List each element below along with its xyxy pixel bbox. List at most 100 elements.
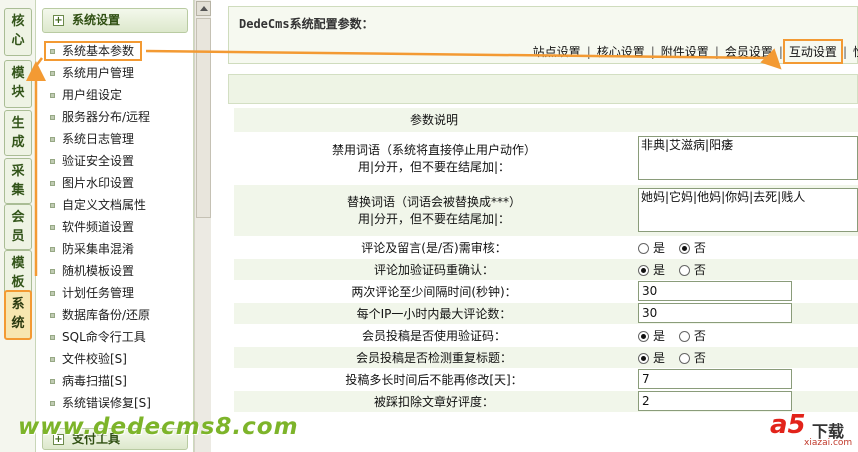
radio-option-no[interactable]: 否 xyxy=(678,349,706,366)
menu-item-tasks[interactable]: 计划任务管理 xyxy=(46,282,151,304)
menu-item-logs[interactable]: 系统日志管理 xyxy=(46,128,151,150)
edit-days-input[interactable]: 7 xyxy=(638,369,792,389)
bullet-icon xyxy=(50,224,55,230)
row-value: 是 否 xyxy=(634,324,858,347)
a5-download-logo: a5 下载 xiazai.com xyxy=(770,410,856,450)
menu-item-error-fix[interactable]: 系统错误修复[S] xyxy=(46,392,151,414)
row-label: 投稿多长时间后不能再修改[天]： xyxy=(234,368,634,391)
radio-label: 是 xyxy=(653,328,666,343)
menu-item-label: 数据库备份/还原 xyxy=(62,308,151,322)
a5-logo-mark: a5 xyxy=(770,410,806,440)
radio-icon xyxy=(638,330,649,342)
vtab-collect[interactable]: 采集 xyxy=(4,158,32,204)
radio-label: 是 xyxy=(653,350,666,365)
config-table: 参数说明 禁用词语（系统将直接停止用户动作） 用|分开，但不要在结尾加|： 非典|… xyxy=(234,108,858,413)
downvote-penalty-input[interactable]: 2 xyxy=(638,391,792,411)
menu-item-label: 系统日志管理 xyxy=(62,132,135,146)
tab-interaction[interactable]: 互动设置 xyxy=(782,39,843,64)
radio-label: 是 xyxy=(653,262,666,277)
row-value: 非典|艾滋病|阳痿 xyxy=(634,132,858,185)
bullet-icon xyxy=(50,114,55,120)
menu-item-label: 图片水印设置 xyxy=(62,176,135,190)
table-row: 每个IP一小时内最大评论数： 30 xyxy=(234,302,858,325)
menu-item-watermark[interactable]: 图片水印设置 xyxy=(46,172,151,194)
menu-item-label: 验证安全设置 xyxy=(62,154,135,168)
bullet-icon xyxy=(50,70,55,76)
menu-item-doc-attrs[interactable]: 自定义文档属性 xyxy=(46,194,151,216)
vtab-module-label: 模块 xyxy=(11,66,25,100)
menu-item-groups[interactable]: 用户组设定 xyxy=(46,84,151,106)
bullet-icon xyxy=(50,92,55,98)
tab-members[interactable]: 会员设置 xyxy=(719,43,779,60)
ip-max-comments-input[interactable]: 30 xyxy=(638,303,792,323)
row-value: 她妈|它妈|他妈|你妈|去死|贱人 xyxy=(634,184,858,237)
radio-icon xyxy=(678,330,690,342)
row-value: 2 xyxy=(634,390,858,413)
table-header-value xyxy=(634,108,858,133)
radio-option-no[interactable]: 否 xyxy=(678,261,706,278)
row-label: 会员投稿是否使用验证码： xyxy=(234,324,634,347)
vtab-core-label: 核心 xyxy=(11,14,25,48)
banned-words-textarea[interactable]: 非典|艾滋病|阳痿 xyxy=(638,136,858,180)
menu-scrollbar[interactable] xyxy=(194,0,211,452)
config-header: DedeCms系统配置参数： 站点设置 | 核心设置 | 附件设置 | 会员设置 | 互动设置 |… xyxy=(228,6,858,64)
row-label-line1: 禁用词语（系统将直接停止用户动作） xyxy=(331,143,536,157)
radio-label: 否 xyxy=(693,328,706,343)
bullet-icon xyxy=(50,136,55,142)
row-label: 评论加验证码重确认： xyxy=(234,258,634,281)
vtab-member-label: 会员 xyxy=(11,210,25,244)
tab-performance[interactable]: 性 xyxy=(847,43,858,60)
page-title: DedeCms系统配置参数： xyxy=(239,17,374,31)
tab-attachments[interactable]: 附件设置 xyxy=(655,43,715,60)
row-value: 30 xyxy=(634,302,858,325)
row-label: 每个IP一小时内最大评论数： xyxy=(234,302,634,325)
radio-label: 否 xyxy=(693,262,706,277)
menu-item-sql[interactable]: SQL命令行工具 xyxy=(46,326,151,348)
tab-site[interactable]: 站点设置 xyxy=(527,43,587,60)
vtab-member[interactable]: 会员 xyxy=(4,204,32,250)
menu-item-random-template[interactable]: 随机模板设置 xyxy=(46,260,151,282)
vtab-module[interactable]: 模块 xyxy=(4,60,32,108)
radio-option-yes[interactable]: 是 xyxy=(638,261,665,278)
menu-item-backup[interactable]: 数据库备份/还原 xyxy=(46,304,151,326)
menu-item-label: 系统用户管理 xyxy=(62,66,135,80)
row-label: 两次评论至少间隔时间(秒钟)： xyxy=(234,280,634,303)
radio-icon xyxy=(638,264,649,276)
menu-item-virus-scan[interactable]: 病毒扫描[S] xyxy=(46,370,151,392)
row-value: 30 xyxy=(634,280,858,303)
vtab-system[interactable]: 系统 xyxy=(4,290,32,340)
menu-item-users[interactable]: 系统用户管理 xyxy=(46,62,151,84)
bullet-icon xyxy=(50,180,55,186)
menu-item-label: 系统基本参数 xyxy=(62,44,135,58)
menu-item-software-channel[interactable]: 软件频道设置 xyxy=(46,216,151,238)
vtab-generate[interactable]: 生成 xyxy=(4,110,32,156)
table-row: 替换词语（词语会被替换成***） 用|分开，但不要在结尾加|： 她妈|它妈|他妈|… xyxy=(234,184,858,237)
tab-core[interactable]: 核心设置 xyxy=(591,43,651,60)
menu-item-server[interactable]: 服务器分布/远程 xyxy=(46,106,151,128)
menu-item-label: SQL命令行工具 xyxy=(62,330,146,344)
scroll-thumb[interactable] xyxy=(196,18,211,218)
radio-option-yes[interactable]: 是 xyxy=(638,239,665,256)
radio-option-yes[interactable]: 是 xyxy=(638,349,665,366)
section-band xyxy=(228,74,858,104)
replace-words-textarea[interactable]: 她妈|它妈|他妈|你妈|去死|贱人 xyxy=(638,188,858,232)
table-header-row: 参数说明 xyxy=(234,108,858,133)
a5-logo-domain: xiazai.com xyxy=(804,438,853,448)
radio-option-no[interactable]: 否 xyxy=(678,239,706,256)
menu-item-anti-collect[interactable]: 防采集串混淆 xyxy=(46,238,151,260)
menu-item-basic-params[interactable]: 系统基本参数 xyxy=(44,40,151,62)
bullet-icon xyxy=(50,48,55,54)
menu-item-file-check[interactable]: 文件校验[S] xyxy=(46,348,151,370)
radio-option-no[interactable]: 否 xyxy=(678,327,706,344)
bullet-icon xyxy=(50,378,55,384)
vtab-system-label: 系统 xyxy=(11,297,25,331)
menu-item-security[interactable]: 验证安全设置 xyxy=(46,150,151,172)
vtab-core[interactable]: 核心 xyxy=(4,8,32,56)
radio-option-yes[interactable]: 是 xyxy=(638,327,665,344)
table-row: 评论及留言(是/否)需审核： 是 否 xyxy=(234,236,858,259)
menu-section-header[interactable]: + 系统设置 xyxy=(42,8,188,33)
row-label: 替换词语（词语会被替换成***） 用|分开，但不要在结尾加|： xyxy=(234,184,634,237)
menu-item-label: 病毒扫描[S] xyxy=(62,374,127,388)
comment-interval-input[interactable]: 30 xyxy=(638,281,792,301)
scroll-up-arrow-icon[interactable] xyxy=(196,1,211,16)
